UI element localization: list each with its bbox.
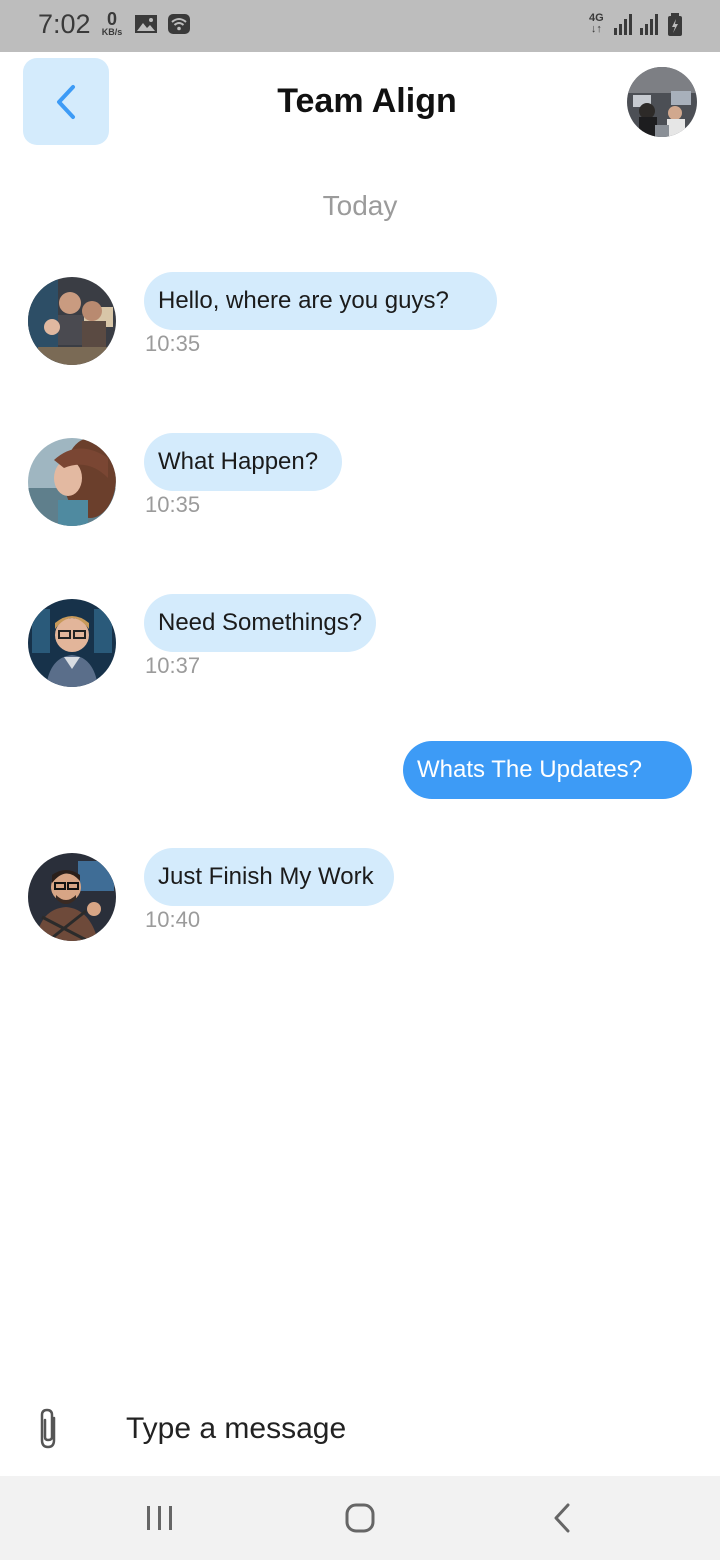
message-time: 10:40 (145, 907, 201, 932)
network-speed: 0 KB/s (101, 9, 123, 37)
message-bubble[interactable]: Hello, where are you guys? (144, 272, 497, 330)
own-message-bubble[interactable]: Whats The Updates? (403, 741, 692, 799)
group-avatar[interactable] (627, 67, 697, 137)
signal-icon (640, 14, 658, 35)
system-back-button[interactable] (502, 1476, 622, 1560)
system-nav-bar (0, 1476, 720, 1560)
battery-icon (668, 13, 682, 36)
recent-apps-button[interactable] (100, 1476, 220, 1560)
network-type: 4G ↓↑ (589, 12, 604, 35)
recent-apps-icon (147, 1506, 172, 1530)
sender-avatar[interactable] (28, 599, 116, 687)
status-time: 7:02 (38, 9, 91, 39)
message-bubble[interactable]: Need Somethings? (144, 594, 376, 652)
home-icon (345, 1503, 375, 1533)
back-icon (554, 1503, 570, 1533)
wifi-icon (168, 14, 190, 34)
message-bubble[interactable]: What Happen? (144, 433, 342, 491)
day-divider: Today (322, 190, 398, 221)
sender-avatar[interactable] (28, 277, 116, 365)
sender-avatar[interactable] (28, 438, 116, 526)
message-time: 10:35 (145, 331, 201, 356)
gallery-icon (135, 15, 157, 33)
paperclip-icon[interactable] (34, 1406, 64, 1450)
chat-title: Team Align (277, 82, 457, 120)
status-bar: 7:02 0 KB/s 4G ↓↑ (0, 0, 720, 52)
message-input[interactable] (126, 1404, 686, 1454)
chat-header: Team Align (0, 52, 720, 162)
message-bubble[interactable]: Just Finish My Work (144, 848, 394, 906)
message-time: 10:37 (145, 653, 201, 678)
message-time: 10:35 (145, 492, 201, 517)
signal-icon (614, 14, 632, 35)
sender-avatar[interactable] (28, 853, 116, 941)
home-button[interactable] (300, 1476, 420, 1560)
message-composer (0, 1392, 720, 1476)
